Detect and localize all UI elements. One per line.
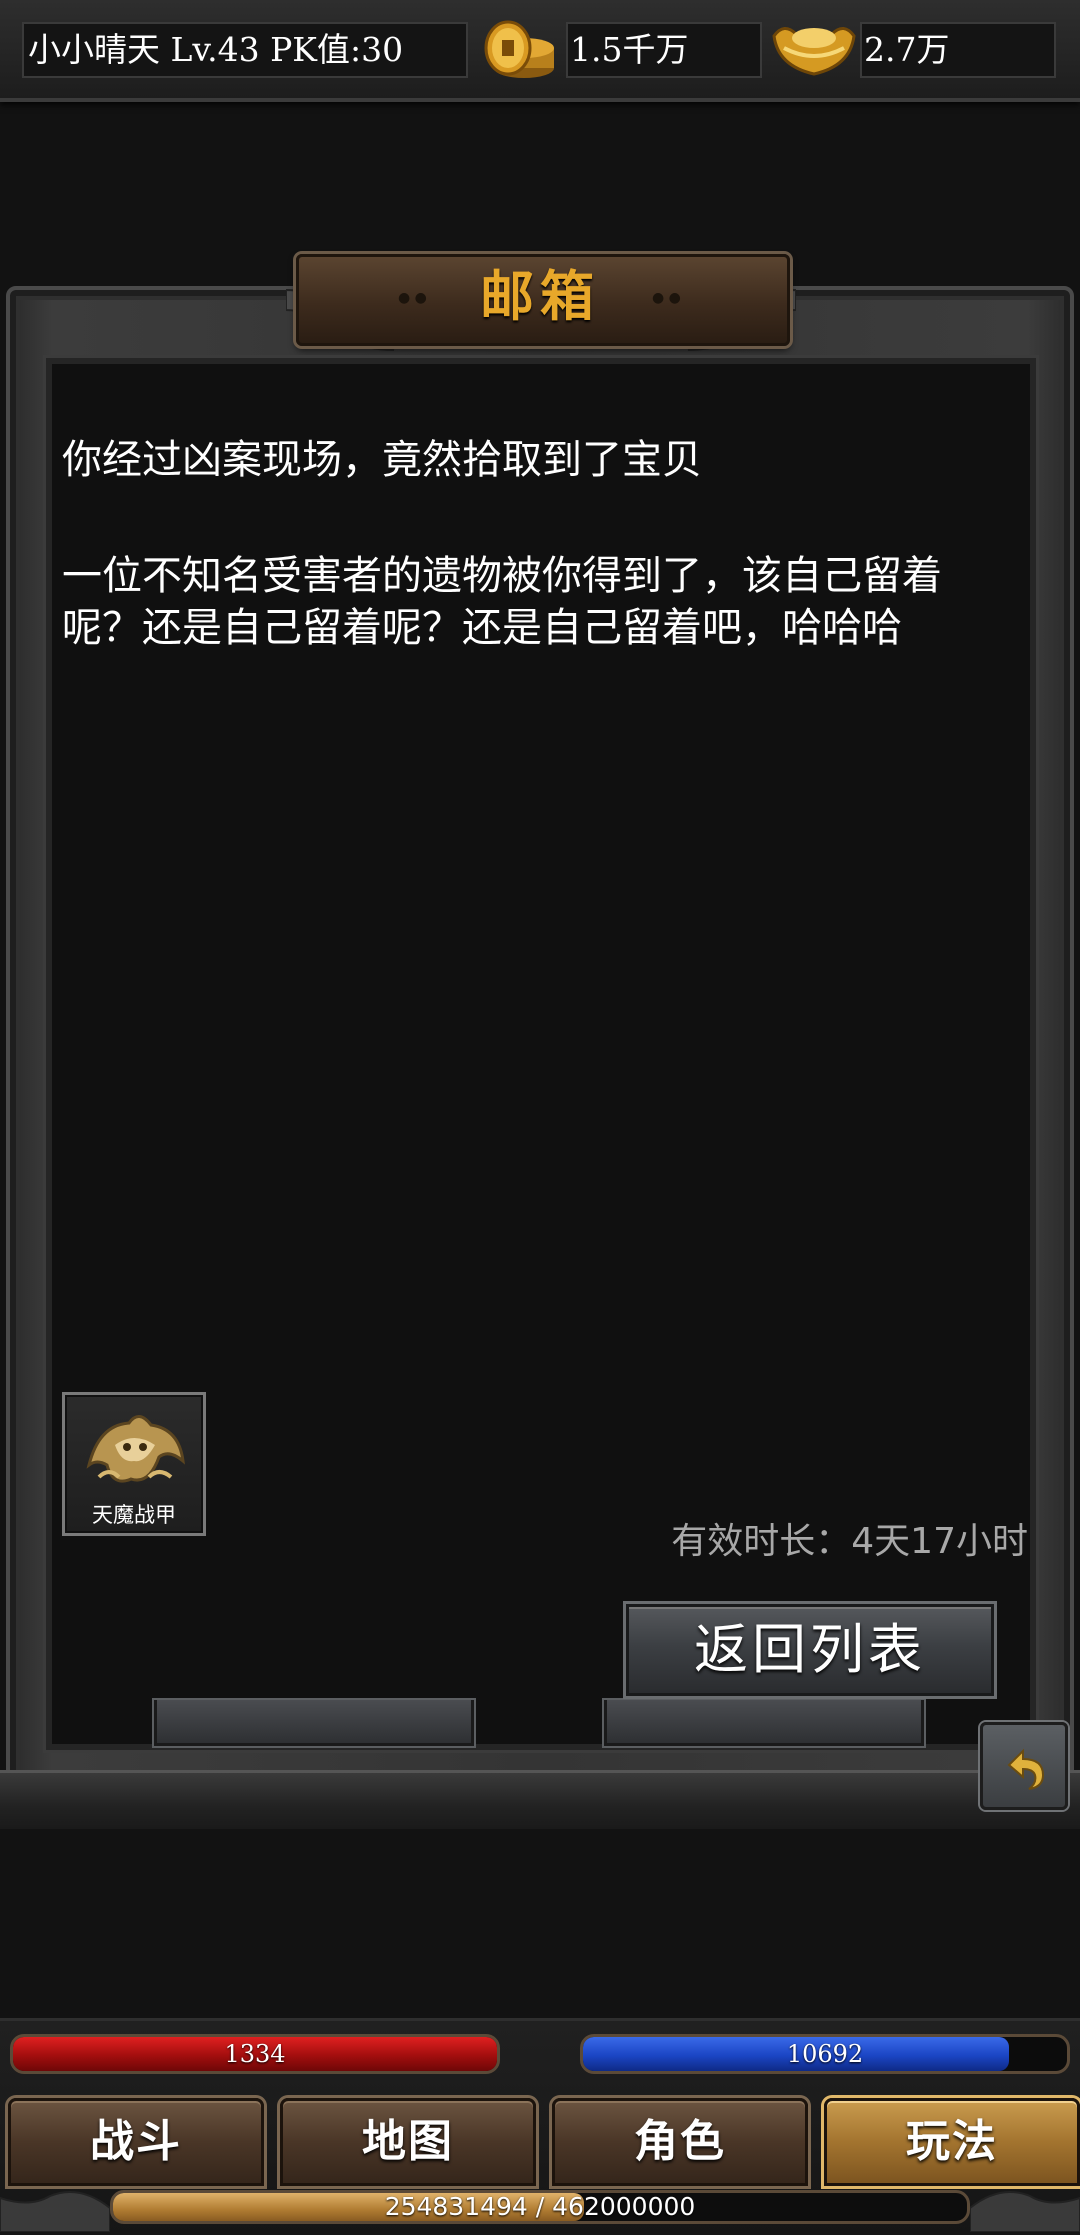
player-info: 小小晴天 Lv.43 PK值:30 [22, 22, 468, 78]
nav-battle-button[interactable]: 战斗 [8, 2098, 264, 2186]
back-arrow-icon [1007, 1748, 1045, 1790]
gold-amount: 1.5千万 [566, 22, 762, 78]
hp-value: 1334 [224, 2040, 286, 2068]
xp-text: 254831494 / 462000000 [384, 2192, 696, 2221]
panel-bottom-rail [0, 1770, 1080, 1829]
mp-value: 10692 [786, 2040, 864, 2068]
hp-bar: 1334 [10, 2034, 500, 2074]
armor-icon [86, 1415, 185, 1483]
nav-gameplay-button[interactable]: 玩法 [824, 2098, 1080, 2186]
hidden-button-right [604, 1700, 924, 1746]
top-status-bar: 小小晴天 Lv.43 PK值:30 1.5千万 2.7万 [0, 0, 1080, 102]
mailbox-title: 邮箱 [480, 265, 600, 328]
nav-map-button[interactable]: 地图 [280, 2098, 536, 2186]
ingot-amount: 2.7万 [860, 22, 1056, 78]
mail-body: 一位不知名受害者的遗物被你得到了，该自己留着呢？还是自己留着呢？还是自己留着吧，… [62, 553, 942, 651]
validity-text: 有效时长：4天17小时 [671, 1521, 1028, 1562]
hud-corner-ornament-left [0, 2191, 110, 2232]
gold-coins-icon [484, 20, 554, 78]
mail-subject: 你经过凶案现场，竟然拾取到了宝贝 [62, 437, 702, 483]
attachment-slot[interactable]: 天魔战甲 [62, 1392, 206, 1536]
attachment-name: 天魔战甲 [92, 1503, 176, 1527]
mp-bar: 10692 [580, 2034, 1070, 2074]
gold-ingot-icon [772, 27, 856, 76]
hidden-button-left [154, 1700, 474, 1746]
hud-corner-ornament-right [970, 2191, 1080, 2232]
back-button[interactable] [980, 1722, 1068, 1810]
nav-character-button[interactable]: 角色 [552, 2098, 808, 2186]
xp-bar: 254831494 / 462000000 [110, 2190, 970, 2224]
return-to-list-button[interactable]: 返回列表 [626, 1604, 994, 1696]
